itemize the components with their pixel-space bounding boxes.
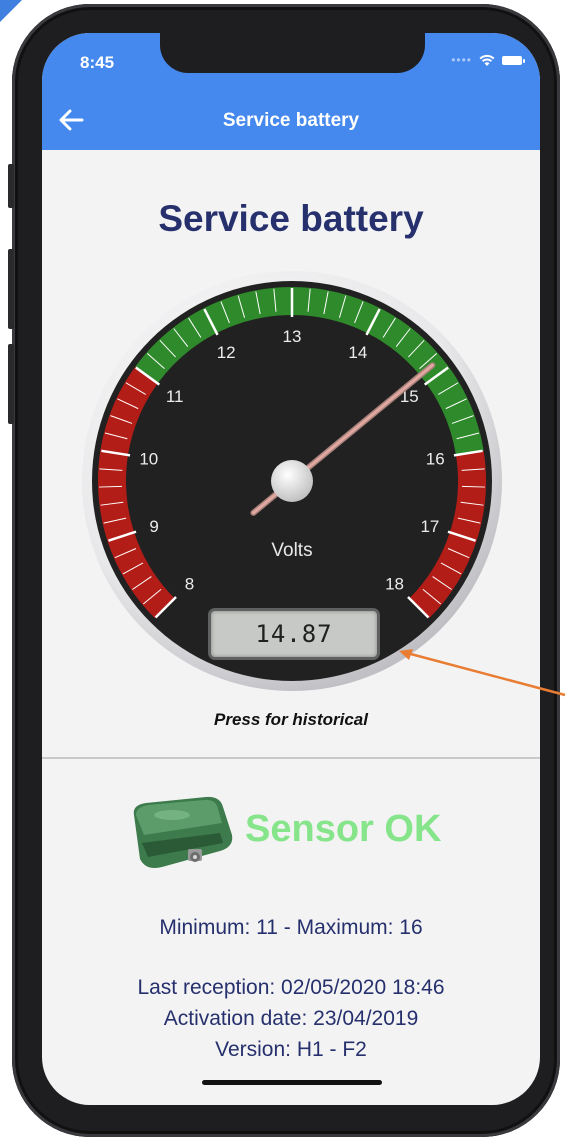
gauge-tick-label: 16	[426, 449, 445, 468]
mute-switch	[8, 164, 14, 208]
gauge-tick-label: 8	[185, 575, 194, 594]
gauge-tick-label: 10	[139, 449, 158, 468]
status-icons: ••••	[451, 53, 525, 67]
status-time: 8:45	[80, 53, 115, 72]
section-divider	[42, 757, 540, 759]
version-text: Version: H1 - F2	[215, 1038, 367, 1061]
range-text: Minimum: 11 - Maximum: 16	[159, 916, 423, 939]
gauge-unit-label: Volts	[271, 540, 312, 561]
annotation-arrow-icon	[399, 649, 566, 697]
home-indicator	[202, 1080, 382, 1085]
historical-hint: Press for historical	[213, 710, 368, 729]
last-reception-text: Last reception: 02/05/2020 18:46	[137, 976, 445, 999]
volume-up-button	[8, 249, 14, 329]
wifi-icon	[479, 54, 495, 66]
battery-icon	[502, 55, 525, 65]
activation-date-text: Activation date: 23/04/2019	[163, 1007, 419, 1030]
gauge-hub	[271, 460, 313, 502]
gauge-tick-label: 14	[348, 343, 367, 362]
page-title: Service battery	[158, 198, 424, 239]
signal-icon: ••••	[451, 53, 472, 67]
gauge-tick-label: 13	[283, 327, 302, 346]
app-screen: 8:45 •••• Service battery Service batter…	[42, 33, 540, 1105]
gauge-tick-label: 12	[217, 343, 236, 362]
gauge-tick-label: 18	[385, 575, 404, 594]
corner-mark	[0, 0, 22, 22]
sensor-device-icon	[133, 796, 233, 868]
gauge-tick-label: 11	[166, 387, 184, 406]
gauge-digital-readout: 14.87	[208, 608, 380, 660]
volume-down-button	[8, 344, 14, 424]
sensor-status: Sensor OK	[245, 808, 442, 850]
device-notch	[160, 33, 425, 73]
header-title: Service battery	[222, 110, 360, 131]
app-header: 8:45 •••• Service battery	[42, 33, 540, 150]
gauge-tick-label: 9	[149, 517, 158, 536]
gauge-tick-label: 17	[420, 517, 439, 536]
